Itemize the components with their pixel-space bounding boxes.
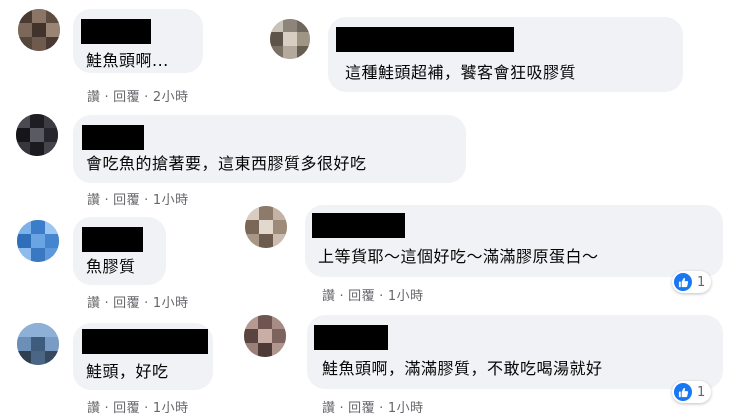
avatar[interactable] — [245, 206, 287, 248]
timestamp[interactable]: 1小時 — [388, 401, 424, 416]
separator: · — [379, 289, 384, 304]
separator: · — [339, 289, 345, 304]
comment-bubble: 這種鮭頭超補，饕客會狂吸膠質 — [328, 17, 683, 92]
like-link[interactable]: 讚 — [87, 296, 101, 311]
redacted-author-name — [336, 27, 514, 52]
comment-text: 魚膠質 — [86, 257, 136, 276]
comment-bubble: 鮭頭，好吃 — [73, 323, 213, 390]
reaction-count[interactable]: 1 — [672, 271, 712, 293]
separator: · — [104, 401, 110, 416]
comment-text: 上等貨耶～這個好吃～滿滿膠原蛋白～ — [318, 247, 599, 266]
timestamp[interactable]: 1小時 — [153, 193, 189, 208]
comment-text: 鮭魚頭啊... — [86, 51, 169, 70]
like-link[interactable]: 讚 — [322, 289, 336, 304]
avatar[interactable] — [270, 19, 310, 59]
avatar[interactable] — [16, 114, 58, 156]
like-link[interactable]: 讚 — [87, 401, 101, 416]
comment-bubble: 會吃魚的搶著要，這東西膠質多很好吃 — [73, 115, 466, 183]
comment-actions: 讚 · 回覆 · 1小時 — [87, 397, 189, 416]
redacted-author-name — [82, 125, 144, 150]
reply-link[interactable]: 回覆 — [348, 289, 375, 304]
comment-text: 鮭頭，好吃 — [86, 362, 169, 381]
comment-text: 鮭魚頭啊，滿滿膠質，不敢吃喝湯就好 — [322, 359, 603, 378]
redacted-author-name — [82, 227, 143, 252]
redacted-author-name — [314, 325, 388, 350]
reaction-number: 1 — [697, 274, 706, 290]
timestamp[interactable]: 1小時 — [153, 401, 189, 416]
separator: · — [144, 193, 149, 208]
comment-actions: 讚 · 回覆 · 2小時 — [87, 86, 189, 105]
avatar[interactable] — [18, 9, 60, 51]
like-link[interactable]: 讚 — [322, 401, 336, 416]
comment-actions: 讚 · 回覆 · 1小時 — [87, 292, 189, 311]
reply-link[interactable]: 回覆 — [348, 401, 375, 416]
like-link[interactable]: 讚 — [87, 90, 101, 105]
separator: · — [379, 401, 384, 416]
avatar[interactable] — [17, 220, 59, 262]
separator: · — [144, 296, 149, 311]
comment-bubble: 鮭魚頭啊，滿滿膠質，不敢吃喝湯就好 — [307, 315, 723, 389]
reply-link[interactable]: 回覆 — [113, 296, 140, 311]
separator: · — [104, 296, 110, 311]
reaction-number: 1 — [697, 384, 706, 400]
avatar[interactable] — [17, 323, 59, 365]
comment-text: 這種鮭頭超補，饕客會狂吸膠質 — [345, 63, 577, 82]
redacted-author-name — [81, 19, 151, 44]
reply-link[interactable]: 回覆 — [113, 401, 140, 416]
avatar[interactable] — [244, 315, 286, 357]
timestamp[interactable]: 1小時 — [153, 296, 189, 311]
comment-bubble: 魚膠質 — [73, 217, 166, 285]
comment-bubble: 鮭魚頭啊... — [73, 9, 203, 73]
separator: · — [104, 193, 110, 208]
separator: · — [144, 90, 149, 105]
comment-actions: 讚 · 回覆 · 1小時 — [322, 285, 424, 304]
like-link[interactable]: 讚 — [87, 193, 101, 208]
thumbs-up-icon — [674, 383, 692, 401]
redacted-author-name — [312, 213, 405, 238]
timestamp[interactable]: 1小時 — [388, 289, 424, 304]
reply-link[interactable]: 回覆 — [113, 193, 140, 208]
separator: · — [144, 401, 149, 416]
reaction-count[interactable]: 1 — [672, 381, 712, 403]
redacted-author-name — [82, 329, 208, 354]
comment-text: 會吃魚的搶著要，這東西膠質多很好吃 — [86, 154, 367, 173]
separator: · — [339, 401, 345, 416]
timestamp[interactable]: 2小時 — [153, 90, 189, 105]
reply-link[interactable]: 回覆 — [113, 90, 140, 105]
comment-bubble: 上等貨耶～這個好吃～滿滿膠原蛋白～ — [305, 205, 723, 277]
comment-actions: 讚 · 回覆 · 1小時 — [322, 397, 424, 416]
comment-actions: 讚 · 回覆 · 1小時 — [87, 189, 189, 208]
thumbs-up-icon — [674, 273, 692, 291]
separator: · — [104, 90, 110, 105]
